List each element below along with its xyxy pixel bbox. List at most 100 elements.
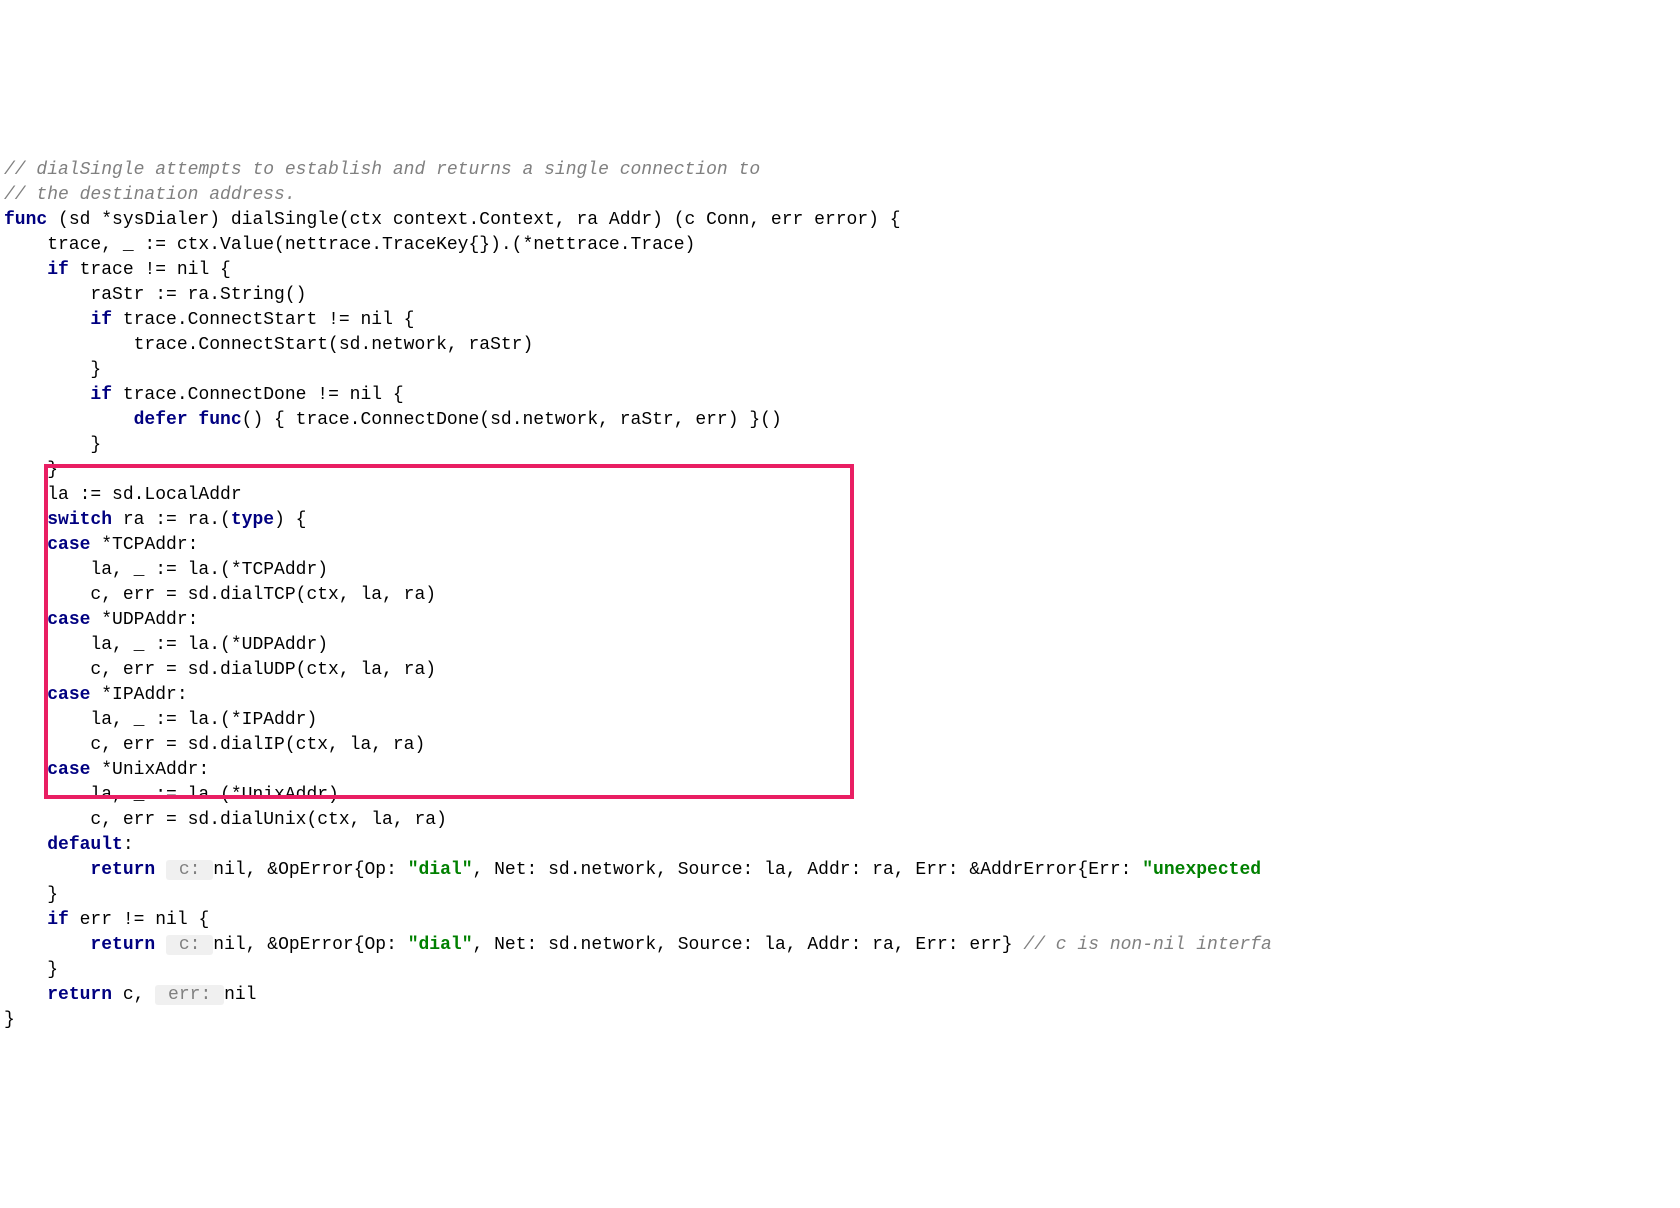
code-token: return bbox=[90, 860, 155, 880]
code-line[interactable]: defer func() { trace.ConnectDone(sd.netw… bbox=[4, 408, 1680, 433]
code-line[interactable]: la, _ := la.(*UnixAddr) bbox=[4, 783, 1680, 808]
code-line[interactable]: la, _ := la.(*UDPAddr) bbox=[4, 633, 1680, 658]
code-token: defer func bbox=[134, 410, 242, 430]
code-line[interactable]: if trace.ConnectStart != nil { bbox=[4, 308, 1680, 333]
code-token bbox=[4, 835, 47, 855]
code-token: nil, &OpError{Op: bbox=[213, 860, 407, 880]
code-token bbox=[4, 410, 134, 430]
code-line[interactable]: if trace != nil { bbox=[4, 258, 1680, 283]
code-token: nil, &OpError{Op: bbox=[213, 935, 407, 955]
code-token: trace.ConnectStart(sd.network, raStr) bbox=[4, 335, 533, 355]
code-line[interactable]: if trace.ConnectDone != nil { bbox=[4, 383, 1680, 408]
code-lines: // dialSingle attempts to establish and … bbox=[4, 158, 1680, 1033]
code-token bbox=[4, 685, 47, 705]
code-token: (sd *sysDialer) dialSingle(ctx context.C… bbox=[47, 210, 900, 230]
code-token bbox=[4, 935, 90, 955]
code-token: default bbox=[47, 835, 123, 855]
code-token: c: bbox=[166, 935, 213, 955]
code-token: *UDPAddr: bbox=[90, 610, 198, 630]
code-line[interactable]: } bbox=[4, 1008, 1680, 1033]
code-line[interactable]: case *UnixAddr: bbox=[4, 758, 1680, 783]
code-editor[interactable]: // dialSingle attempts to establish and … bbox=[4, 108, 1680, 1083]
code-token: if bbox=[47, 260, 69, 280]
code-token: la, _ := la.(*IPAddr) bbox=[4, 710, 317, 730]
code-token: la, _ := la.(*TCPAddr) bbox=[4, 560, 328, 580]
code-token: , Net: sd.network, Source: la, Addr: ra,… bbox=[473, 860, 1143, 880]
code-line[interactable]: if err != nil { bbox=[4, 908, 1680, 933]
code-line[interactable]: default: bbox=[4, 833, 1680, 858]
code-token bbox=[4, 860, 90, 880]
code-token: nil bbox=[224, 985, 256, 1005]
code-token: c, err = sd.dialUDP(ctx, la, ra) bbox=[4, 660, 436, 680]
code-token bbox=[4, 985, 47, 1005]
code-token bbox=[4, 610, 47, 630]
code-line[interactable]: c, err = sd.dialUnix(ctx, la, ra) bbox=[4, 808, 1680, 833]
code-line[interactable]: la, _ := la.(*IPAddr) bbox=[4, 708, 1680, 733]
code-line[interactable]: } bbox=[4, 458, 1680, 483]
code-token: type bbox=[231, 510, 274, 530]
code-line[interactable]: case *UDPAddr: bbox=[4, 608, 1680, 633]
code-token bbox=[4, 260, 47, 280]
code-token: } bbox=[4, 460, 58, 480]
code-line[interactable]: } bbox=[4, 958, 1680, 983]
code-token: // dialSingle attempts to establish and … bbox=[4, 160, 760, 180]
code-token: ) { bbox=[274, 510, 306, 530]
code-token: trace.ConnectDone != nil { bbox=[112, 385, 404, 405]
code-token: case bbox=[47, 535, 90, 555]
code-token: trace != nil { bbox=[69, 260, 231, 280]
code-token: trace, _ := ctx.Value(nettrace.TraceKey{… bbox=[4, 235, 695, 255]
code-line[interactable]: case *IPAddr: bbox=[4, 683, 1680, 708]
code-line[interactable]: la, _ := la.(*TCPAddr) bbox=[4, 558, 1680, 583]
code-token bbox=[4, 910, 47, 930]
code-line[interactable]: // the destination address. bbox=[4, 183, 1680, 208]
code-token: : bbox=[123, 835, 134, 855]
code-token: err != nil { bbox=[69, 910, 209, 930]
code-line[interactable]: switch ra := ra.(type) { bbox=[4, 508, 1680, 533]
code-line[interactable]: } bbox=[4, 358, 1680, 383]
code-token bbox=[155, 860, 166, 880]
code-line[interactable]: } bbox=[4, 883, 1680, 908]
code-line[interactable]: return c, err: nil bbox=[4, 983, 1680, 1008]
code-token: c, err = sd.dialIP(ctx, la, ra) bbox=[4, 735, 425, 755]
code-token: c: bbox=[166, 860, 213, 880]
code-token: *IPAddr: bbox=[90, 685, 187, 705]
code-line[interactable]: c, err = sd.dialTCP(ctx, la, ra) bbox=[4, 583, 1680, 608]
code-line[interactable]: func (sd *sysDialer) dialSingle(ctx cont… bbox=[4, 208, 1680, 233]
code-line[interactable]: trace, _ := ctx.Value(nettrace.TraceKey{… bbox=[4, 233, 1680, 258]
code-token: "dial" bbox=[408, 860, 473, 880]
code-token: if bbox=[90, 385, 112, 405]
code-line[interactable]: raStr := ra.String() bbox=[4, 283, 1680, 308]
code-token: "dial" bbox=[408, 935, 473, 955]
code-line[interactable]: trace.ConnectStart(sd.network, raStr) bbox=[4, 333, 1680, 358]
code-token bbox=[4, 760, 47, 780]
code-token: return bbox=[47, 985, 112, 1005]
code-line[interactable]: c, err = sd.dialIP(ctx, la, ra) bbox=[4, 733, 1680, 758]
code-token bbox=[155, 935, 166, 955]
code-token: c, bbox=[112, 985, 155, 1005]
code-line[interactable]: c, err = sd.dialUDP(ctx, la, ra) bbox=[4, 658, 1680, 683]
code-token: la, _ := la.(*UnixAddr) bbox=[4, 785, 339, 805]
code-token: return bbox=[90, 935, 155, 955]
code-token: *UnixAddr: bbox=[90, 760, 209, 780]
code-token: // the destination address. bbox=[4, 185, 296, 205]
code-line[interactable]: // dialSingle attempts to establish and … bbox=[4, 158, 1680, 183]
code-line[interactable]: la := sd.LocalAddr bbox=[4, 483, 1680, 508]
code-token: case bbox=[47, 685, 90, 705]
code-token bbox=[4, 510, 47, 530]
code-token bbox=[4, 385, 90, 405]
code-token: *TCPAddr: bbox=[90, 535, 198, 555]
code-line[interactable]: return c: nil, &OpError{Op: "dial", Net:… bbox=[4, 858, 1680, 883]
code-line[interactable]: } bbox=[4, 433, 1680, 458]
code-line[interactable]: return c: nil, &OpError{Op: "dial", Net:… bbox=[4, 933, 1680, 958]
code-token bbox=[4, 535, 47, 555]
code-token: c, err = sd.dialTCP(ctx, la, ra) bbox=[4, 585, 436, 605]
code-token: c, err = sd.dialUnix(ctx, la, ra) bbox=[4, 810, 447, 830]
code-token: case bbox=[47, 610, 90, 630]
code-token: func bbox=[4, 210, 47, 230]
code-token: case bbox=[47, 760, 90, 780]
code-token: err: bbox=[155, 985, 224, 1005]
code-line[interactable]: case *TCPAddr: bbox=[4, 533, 1680, 558]
code-token: raStr := ra.String() bbox=[4, 285, 306, 305]
code-token: } bbox=[4, 435, 101, 455]
code-token bbox=[4, 310, 90, 330]
